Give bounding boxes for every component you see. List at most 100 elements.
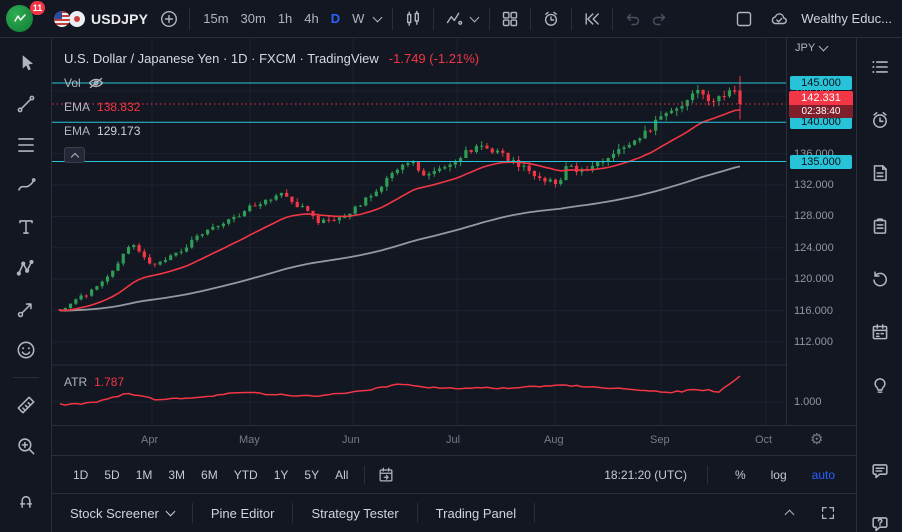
- magnet-icon: [15, 489, 37, 511]
- auto-scale-button[interactable]: auto: [805, 464, 842, 486]
- left-toolbar: [0, 38, 52, 532]
- panel-maximize-button[interactable]: [816, 501, 840, 525]
- range-6m[interactable]: 6M: [194, 464, 225, 486]
- chat-button[interactable]: [866, 457, 894, 485]
- account-logo[interactable]: 11: [6, 4, 46, 34]
- legend-collapse-button[interactable]: [64, 147, 85, 163]
- range-1m[interactable]: 1M: [129, 464, 160, 486]
- bar-countdown: 02:38:40: [789, 105, 853, 118]
- divider: [534, 503, 535, 523]
- redo-button[interactable]: [646, 6, 672, 32]
- log-scale-button[interactable]: log: [764, 464, 794, 486]
- panel-tab-pine-editor[interactable]: Pine Editor: [193, 494, 293, 532]
- add-symbol-button[interactable]: [156, 6, 182, 32]
- chart-settings-icon[interactable]: ⚙: [810, 430, 823, 448]
- calendar-button[interactable]: [866, 318, 894, 346]
- ema-slow-legend-row[interactable]: EMA 129.173: [64, 124, 140, 138]
- range-1d[interactable]: 1D: [66, 464, 95, 486]
- history-refresh-icon: [869, 268, 891, 290]
- timeframe-w[interactable]: W: [346, 7, 370, 30]
- chevron-down-icon: [165, 507, 175, 517]
- range-3m[interactable]: 3M: [161, 464, 192, 486]
- cursor-tool-button[interactable]: [12, 49, 40, 77]
- indicators-button[interactable]: [441, 6, 467, 32]
- candlestick-chart[interactable]: [52, 38, 786, 425]
- trendline-tool-button[interactable]: [12, 90, 40, 118]
- ema-slow-label: EMA: [64, 124, 90, 138]
- clock[interactable]: 18:21:20 (UTC): [604, 468, 687, 482]
- smiley-icon: [15, 339, 37, 361]
- time-axis-label: Jul: [446, 434, 460, 446]
- notification-badge[interactable]: 11: [30, 1, 45, 15]
- grid-layout-icon: [500, 9, 520, 29]
- panel-tab-trading-panel[interactable]: Trading Panel: [418, 494, 534, 532]
- time-axis-label: Sep: [650, 434, 670, 446]
- panel-tab-stock-screener[interactable]: Stock Screener: [52, 494, 192, 532]
- text-tool-button[interactable]: [12, 213, 40, 241]
- alerts-button[interactable]: [866, 106, 894, 134]
- range-1y[interactable]: 1Y: [267, 464, 296, 486]
- range-all[interactable]: All: [328, 464, 355, 486]
- currency-label: JPY: [795, 42, 815, 54]
- price-axis-currency[interactable]: JPY: [795, 42, 827, 54]
- watchlist-button[interactable]: [866, 53, 894, 81]
- pattern-tool-button[interactable]: [12, 254, 40, 282]
- forecast-tool-button[interactable]: [12, 295, 40, 323]
- emoji-tool-button[interactable]: [12, 336, 40, 364]
- indicators-dropdown-button[interactable]: [467, 17, 482, 21]
- timeframe-dropdown-button[interactable]: [370, 17, 385, 21]
- undo-button[interactable]: [620, 6, 646, 32]
- atr-legend-row[interactable]: ATR 1.787: [64, 375, 124, 389]
- right-sidebar: [856, 38, 902, 532]
- divider: [392, 8, 393, 30]
- chart-legend[interactable]: U.S. Dollar / Japanese Yen · 1D · FXCM ·…: [64, 51, 479, 66]
- timeframe-group: 15m30m1h4hDW: [197, 7, 370, 30]
- replay-button[interactable]: [579, 6, 605, 32]
- range-5d[interactable]: 5D: [97, 464, 126, 486]
- zoom-tool-button[interactable]: [12, 432, 40, 460]
- price-level-badge: 145.000: [790, 76, 852, 90]
- symbol-button[interactable]: USDJPY: [46, 7, 156, 31]
- range-ytd[interactable]: YTD: [227, 464, 265, 486]
- drawing-mode-button[interactable]: [12, 527, 40, 532]
- layout-grid-button[interactable]: [497, 6, 523, 32]
- timeframe-d[interactable]: D: [325, 7, 346, 30]
- ema-fast-legend-row[interactable]: EMA 138.832: [64, 100, 140, 114]
- divider: [530, 8, 531, 30]
- ideas-button[interactable]: [866, 371, 894, 399]
- fib-tool-button[interactable]: [12, 131, 40, 159]
- panel-tab-strategy-tester[interactable]: Strategy Tester: [293, 494, 416, 532]
- alert-button[interactable]: [538, 6, 564, 32]
- symbol-label: USDJPY: [91, 11, 148, 27]
- chart-area[interactable]: U.S. Dollar / Japanese Yen · 1D · FXCM ·…: [52, 38, 856, 425]
- panel-collapse-button[interactable]: [783, 505, 796, 521]
- price-axis[interactable]: JPY 144.000140.000136.000132.000128.0001…: [786, 38, 856, 425]
- fullscreen-button[interactable]: [731, 6, 757, 32]
- percent-scale-button[interactable]: %: [728, 464, 753, 486]
- time-axis[interactable]: ⚙ AprMayJunJulAugSepOct: [52, 425, 856, 456]
- timeframe-4h[interactable]: 4h: [298, 7, 324, 30]
- candles-icon: [403, 9, 423, 29]
- price-tick: 120.000: [794, 272, 834, 286]
- brush-icon: [15, 175, 37, 197]
- range-5y[interactable]: 5Y: [297, 464, 326, 486]
- undo-icon: [623, 9, 643, 29]
- divider: [189, 8, 190, 30]
- account-menu[interactable]: Wealthy Educ...: [801, 11, 892, 26]
- hotlists-button[interactable]: [866, 265, 894, 293]
- volume-legend-row[interactable]: Vol: [64, 76, 104, 90]
- eye-hidden-icon[interactable]: [88, 77, 104, 89]
- divider: [433, 8, 434, 30]
- measure-tool-button[interactable]: [12, 391, 40, 419]
- brush-tool-button[interactable]: [12, 172, 40, 200]
- news-button[interactable]: [866, 159, 894, 187]
- chart-type-button[interactable]: [400, 6, 426, 32]
- go-to-date-button[interactable]: [374, 463, 398, 487]
- timeframe-15m[interactable]: 15m: [197, 7, 234, 30]
- magnet-tool-button[interactable]: [12, 486, 40, 514]
- timeframe-1h[interactable]: 1h: [272, 7, 298, 30]
- help-button[interactable]: [866, 510, 894, 532]
- timeframe-30m[interactable]: 30m: [235, 7, 272, 30]
- calendar-icon: [869, 321, 891, 343]
- data-window-button[interactable]: [866, 212, 894, 240]
